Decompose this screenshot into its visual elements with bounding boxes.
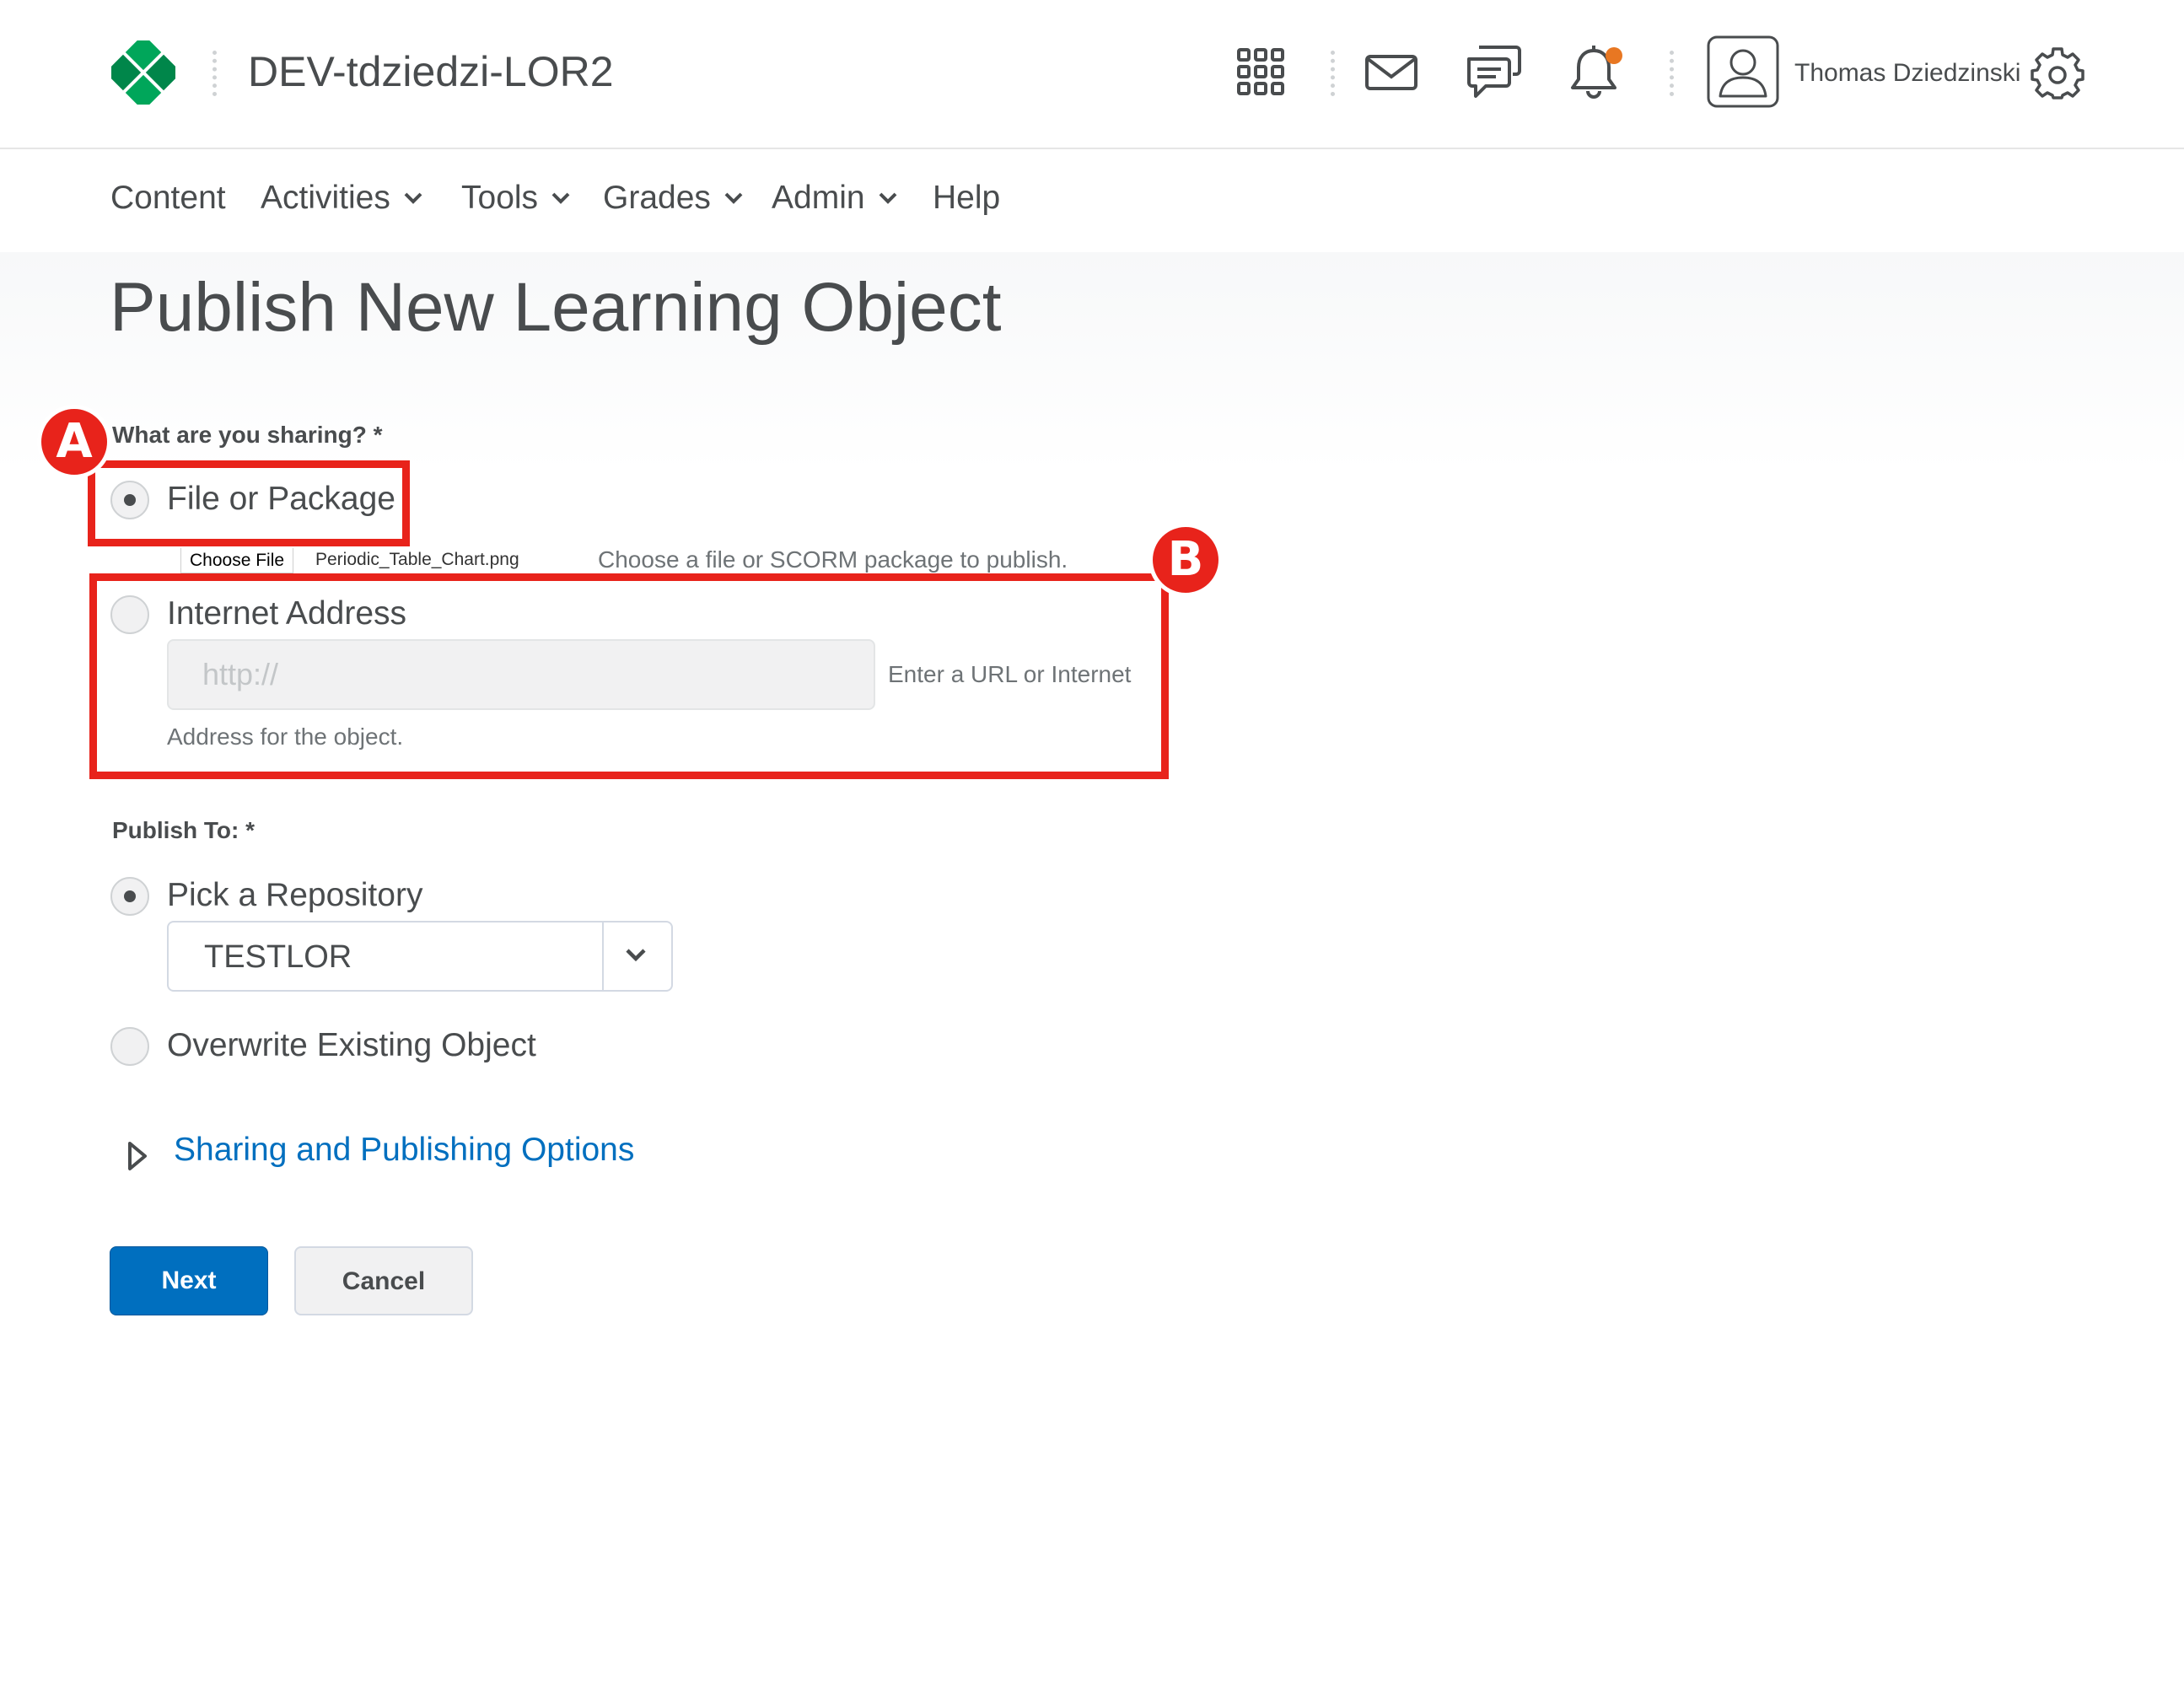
chevron-down-icon: [879, 192, 896, 204]
choose-file-button[interactable]: Choose File: [180, 548, 294, 573]
nav-admin[interactable]: Admin: [772, 180, 897, 217]
header-divider: [212, 51, 217, 96]
nav-grades[interactable]: Grades: [603, 180, 743, 217]
header-divider: [1331, 51, 1335, 96]
annotation-badge-a: A: [37, 405, 111, 479]
nav-tools[interactable]: Tools: [461, 180, 570, 217]
email-icon[interactable]: [1364, 54, 1418, 91]
select-divider: [602, 922, 604, 990]
file-help-text: Choose a file or SCORM package to publis…: [598, 546, 1068, 573]
nav-label: Tools: [461, 180, 539, 216]
waffle-grid-icon[interactable]: [1236, 47, 1285, 96]
chevron-down-icon: [724, 192, 743, 204]
repository-select[interactable]: TESTLOR: [167, 921, 673, 992]
brand-logo[interactable]: [111, 40, 175, 105]
publish-to-label: Publish To: *: [112, 817, 256, 843]
nav-activities[interactable]: Activities: [261, 180, 422, 217]
chat-icon[interactable]: [1466, 44, 1521, 100]
pick-repository-radio[interactable]: [110, 877, 149, 916]
annotation-box-b: [89, 573, 1169, 779]
nav-help[interactable]: Help: [933, 180, 1000, 217]
chevron-down-icon: [404, 192, 422, 204]
gear-icon[interactable]: [2031, 46, 2084, 100]
bell-icon[interactable]: [1568, 44, 1622, 100]
overwrite-object-label[interactable]: Overwrite Existing Object: [167, 1027, 536, 1064]
selected-file-name: Periodic_Table_Chart.png: [315, 550, 519, 569]
avatar-icon[interactable]: [1707, 35, 1779, 108]
chevron-down-icon: [551, 192, 570, 204]
next-button[interactable]: Next: [110, 1246, 268, 1315]
overwrite-object-radio[interactable]: [110, 1027, 149, 1066]
page-title: Publish New Learning Object: [110, 269, 1002, 346]
pick-repository-label[interactable]: Pick a Repository: [167, 877, 422, 914]
course-navbar: Content Activities Tools Grades Admin He…: [0, 149, 2184, 254]
annotation-box-a: [88, 460, 410, 546]
annotation-badge-b: B: [1148, 523, 1223, 597]
top-header: DEV-tdziedzi-LOR2 Thomas Dziedzinski: [0, 0, 2184, 149]
org-title[interactable]: DEV-tdziedzi-LOR2: [248, 47, 614, 96]
chevron-down-icon: [626, 949, 646, 962]
sharing-options-link[interactable]: Sharing and Publishing Options: [174, 1132, 634, 1169]
user-name[interactable]: Thomas Dziedzinski: [1794, 59, 2020, 88]
nav-content[interactable]: Content: [110, 180, 226, 217]
sharing-label: What are you sharing? *: [112, 422, 383, 448]
nav-label: Help: [933, 180, 1001, 216]
nav-label: Admin: [772, 180, 865, 216]
nav-label: Content: [110, 180, 226, 216]
expand-triangle-icon[interactable]: [126, 1140, 148, 1172]
cancel-button[interactable]: Cancel: [294, 1246, 473, 1315]
nav-label: Activities: [261, 180, 390, 216]
header-divider: [1670, 51, 1674, 96]
repository-select-value: TESTLOR: [204, 939, 352, 975]
nav-label: Grades: [603, 180, 711, 216]
